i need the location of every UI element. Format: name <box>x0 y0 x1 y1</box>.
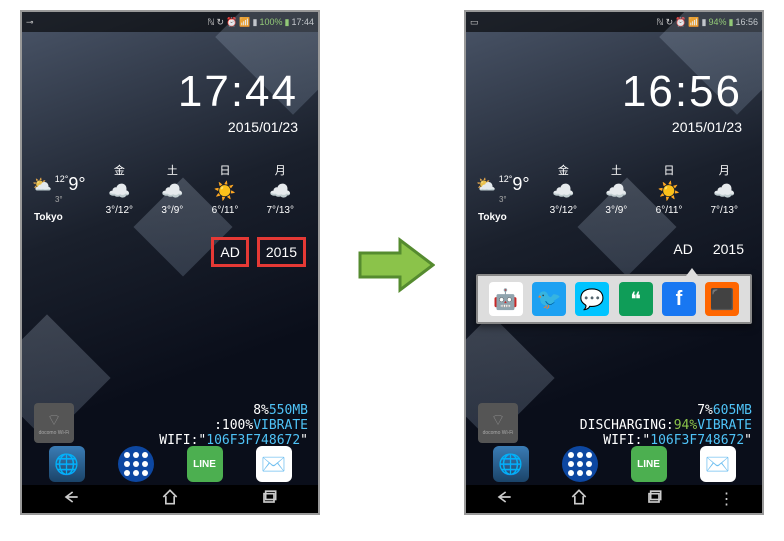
info-mb: 550MB <box>269 403 308 418</box>
cloud-icon: ☁️ <box>161 181 183 202</box>
lo-temp: 3° <box>32 195 86 204</box>
ad-row: AD 2015 <box>211 237 306 267</box>
globe-icon[interactable]: 🌐 <box>49 446 85 482</box>
info-widget[interactable]: 8%550MB :100%VIBRATE WIFI:"106F3F748672" <box>159 403 308 448</box>
docomo-widget[interactable]: ⌔ docomo Wi-Fi <box>34 403 74 443</box>
arrow-icon <box>355 235 435 295</box>
city-label: Tokyo <box>34 212 63 223</box>
share-popup: 🤖 🐦 💬 ❝ f ⬛ <box>476 274 752 324</box>
menu-button[interactable]: ⋮ <box>719 489 735 509</box>
info-pct: 8% <box>253 403 269 418</box>
lo-temp: 3° <box>476 195 530 204</box>
cloud-icon: ☁️ <box>550 181 577 202</box>
phone-left: ⊸ ℕ ↻ ⏰ 📶 ▮ 100% ▮ 17:44 17:44 2015/01/2… <box>20 10 320 515</box>
info-widget[interactable]: 7%605MB DISCHARGING:94%VIBRATE WIFI:"106… <box>580 403 752 448</box>
nav-bar <box>22 485 318 513</box>
sun-icon: ☀️ <box>212 181 239 202</box>
facebook-icon[interactable]: f <box>662 282 696 316</box>
clock-widget[interactable]: 17:44 2015/01/23 <box>178 67 298 135</box>
home-button[interactable] <box>160 487 180 512</box>
forecast: 金☁️3°/12° 土☁️3°/9° 日☀️6°/11° 月☁️7°/13° <box>536 162 752 216</box>
weather-widget[interactable]: ⛅ 12°9° 3° 金☁️3°/12° 土☁️3°/9° 日☀️6°/11° … <box>32 162 308 216</box>
info-vibrate: VIBRATE <box>697 418 752 433</box>
hi-temp: 12° <box>499 174 513 184</box>
home-button[interactable] <box>569 487 589 512</box>
sync-icon: ↻ <box>217 17 225 28</box>
forecast: 金☁️3°/12° 土☁️3°/9° 日☀️6°/11° 月☁️7°/13° <box>92 162 308 216</box>
share-app-6[interactable]: ⬛ <box>705 282 739 316</box>
status-left: ⊸ <box>26 17 34 28</box>
nfc-icon: ℕ <box>656 17 663 28</box>
popup-pointer <box>686 268 698 276</box>
wifi-icon: ⌔ <box>490 410 505 430</box>
globe-icon[interactable]: 🌐 <box>493 446 529 482</box>
info-discharge: DISCHARGING: <box>580 418 674 433</box>
weather-widget[interactable]: ⛅ 12°9° 3° 金☁️3°/12° 土☁️3°/9° 日☀️6°/11° … <box>476 162 752 216</box>
cloud-icon: ☁️ <box>605 181 627 202</box>
clock-date: 2015/01/23 <box>178 119 298 135</box>
dock: 🌐 LINE ✉️ <box>466 443 762 485</box>
cloud-icon: ☁️ <box>106 181 133 202</box>
clock-date: 2015/01/23 <box>622 119 742 135</box>
share-app-1[interactable]: 🤖 <box>489 282 523 316</box>
info-mb: 605MB <box>713 403 752 418</box>
line-icon[interactable]: LINE <box>187 446 223 482</box>
info-pct: 7% <box>697 403 713 418</box>
app-drawer-icon[interactable] <box>118 446 154 482</box>
info-dpct: 94% <box>674 418 697 433</box>
status-left: ▭ <box>470 17 479 28</box>
forecast-day: 月☁️7°/13° <box>266 162 293 216</box>
docomo-widget[interactable]: ⌔ docomo Wi-Fi <box>478 403 518 443</box>
line-icon[interactable]: LINE <box>631 446 667 482</box>
recent-button[interactable] <box>259 487 279 512</box>
hi-temp: 12° <box>55 174 69 184</box>
dock: 🌐 LINE ✉️ <box>22 443 318 485</box>
hangouts-icon[interactable]: ❝ <box>619 282 653 316</box>
app-drawer-icon[interactable] <box>562 446 598 482</box>
clock-time: 17:44 <box>178 67 298 117</box>
forecast-day: 金☁️3°/12° <box>106 162 133 216</box>
docomo-label: docomo Wi-Fi <box>39 430 70 436</box>
forecast-day: 日☀️6°/11° <box>656 162 683 216</box>
mail-icon[interactable]: ✉️ <box>700 446 736 482</box>
nav-bar: ⋮ <box>466 485 762 513</box>
forecast-day: 土☁️3°/9° <box>161 162 183 216</box>
forecast-day: 土☁️3°/9° <box>605 162 627 216</box>
city-label: Tokyo <box>478 212 507 223</box>
image-icon: ▭ <box>470 17 479 28</box>
back-button[interactable] <box>61 487 81 512</box>
sun-icon: ☀️ <box>656 181 683 202</box>
info-vibrate: VIBRATE <box>253 418 308 433</box>
cur-temp: 9° <box>68 174 85 194</box>
current-weather: ⛅ 12°9° 3° <box>32 174 86 204</box>
forecast-day: 月☁️7°/13° <box>710 162 737 216</box>
recent-button[interactable] <box>644 487 664 512</box>
mail-icon[interactable]: ✉️ <box>256 446 292 482</box>
year-button[interactable]: 2015 <box>707 237 750 261</box>
chat-icon[interactable]: 💬 <box>575 282 609 316</box>
forecast-day: 金☁️3°/12° <box>550 162 577 216</box>
ad-row: AD 2015 <box>667 237 750 261</box>
nfc-icon: ℕ <box>207 17 214 28</box>
wifi-icon: ⌔ <box>46 410 61 430</box>
cur-temp: 9° <box>512 174 529 194</box>
cloud-icon: ☁️ <box>266 181 293 202</box>
year-button[interactable]: 2015 <box>257 237 306 267</box>
key-icon: ⊸ <box>26 17 34 28</box>
twitter-icon[interactable]: 🐦 <box>532 282 566 316</box>
forecast-day: 日☀️6°/11° <box>212 162 239 216</box>
cloud-icon: ⛅ <box>476 177 496 194</box>
docomo-label: docomo Wi-Fi <box>483 430 514 436</box>
ad-button[interactable]: AD <box>211 237 248 267</box>
clock-time: 16:56 <box>622 67 742 117</box>
ad-button[interactable]: AD <box>667 237 698 261</box>
current-weather: ⛅ 12°9° 3° <box>476 174 530 204</box>
phone-right: ▭ ℕ ↻ ⏰ 📶 ▮ 94% ▮ 16:56 16:56 2015/01/23… <box>464 10 764 515</box>
back-button[interactable] <box>494 487 514 512</box>
clock-widget[interactable]: 16:56 2015/01/23 <box>622 67 742 135</box>
cloud-icon: ☁️ <box>710 181 737 202</box>
info-p2: :100% <box>214 418 253 433</box>
cloud-icon: ⛅ <box>32 177 52 194</box>
